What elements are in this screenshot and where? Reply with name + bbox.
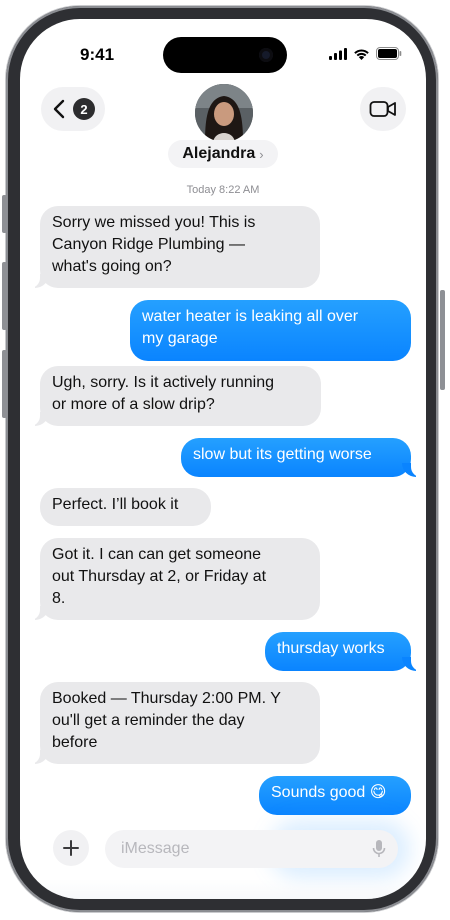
action-button: [2, 195, 7, 233]
chevron-right-icon: ›: [259, 146, 264, 162]
message-outgoing[interactable]: Sounds good 😋: [259, 776, 411, 815]
unread-count-badge: 2: [73, 98, 95, 120]
contact-avatar[interactable]: [195, 84, 253, 142]
message-input[interactable]: iMessage: [105, 830, 398, 868]
timestamp-day: Today: [186, 184, 216, 196]
contact-name-button[interactable]: Alejandra ›: [168, 140, 278, 168]
message-incoming[interactable]: Ugh, sorry. Is it actively running or mo…: [30, 366, 321, 426]
status-time: 9:41: [80, 45, 115, 64]
message-input-placeholder: iMessage: [121, 840, 190, 857]
message-incoming[interactable]: Sorry we missed you! This is Canyon Ridg…: [30, 206, 320, 288]
conversation-timestamp: Today 8:22 AM: [20, 184, 426, 196]
dynamic-island: [163, 37, 287, 73]
message-incoming[interactable]: Booked — Thursday 2:00 PM. Y ou'll get a…: [30, 682, 320, 764]
volume-down-button: [2, 350, 7, 418]
phone-screen: 9:41 2 Alejandra › Today 8:22 AM Sorry w…: [20, 19, 426, 899]
camera-icon: [259, 48, 273, 62]
microphone-icon[interactable]: [372, 839, 386, 859]
message-outgoing[interactable]: water heater is leaking all over my gara…: [130, 300, 411, 361]
video-camera-icon: [369, 101, 396, 117]
message-outgoing[interactable]: thursday works: [265, 632, 421, 671]
bottom-fade: [20, 879, 426, 899]
power-button: [440, 290, 445, 390]
apps-plus-button[interactable]: [53, 830, 89, 866]
message-incoming[interactable]: Got it. I can can get someone out Thursd…: [30, 538, 320, 620]
contact-name: Alejandra: [182, 145, 256, 162]
plus-icon: [63, 840, 79, 856]
video-call-button[interactable]: [360, 87, 406, 131]
wifi-icon: [354, 49, 369, 60]
back-button[interactable]: 2: [41, 87, 105, 131]
volume-up-button: [2, 262, 7, 330]
timestamp-time: 8:22 AM: [219, 184, 260, 196]
cellular-signal-icon: [329, 47, 347, 60]
chevron-left-icon: [53, 99, 65, 119]
status-icons: [329, 47, 402, 60]
message-outgoing[interactable]: slow but its getting worse: [181, 438, 421, 477]
message-incoming[interactable]: Perfect. I’ll book it: [40, 488, 211, 526]
battery-icon: [376, 47, 402, 60]
